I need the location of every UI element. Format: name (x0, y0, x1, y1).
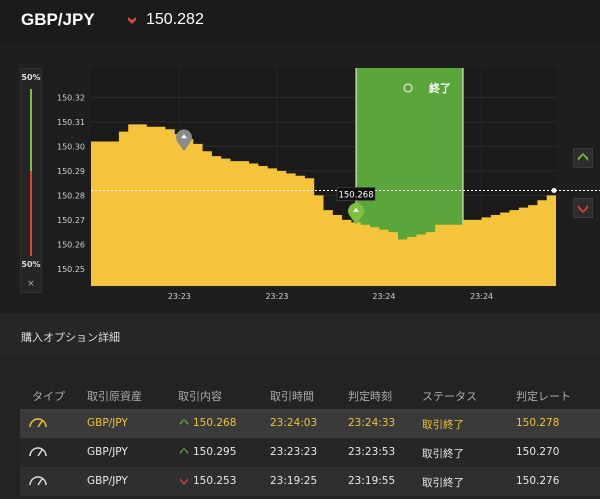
content-cell: 150.253 (193, 475, 237, 487)
time-cell: 23:24:03 (270, 417, 318, 429)
time-cell: 23:23:23 (270, 446, 318, 458)
x-tick-label: 23:24 (372, 292, 395, 301)
y-tick-label: 150.25 (57, 265, 85, 274)
status-cell: 取引終了 (422, 477, 464, 489)
col-asset: 取引原資産 (87, 390, 142, 403)
y-tick-label: 150.31 (57, 118, 85, 127)
asset-cell: GBP/JPY (87, 417, 128, 429)
y-tick-label: 150.26 (57, 240, 85, 249)
rate-cell: 150.270 (516, 446, 560, 458)
table-row[interactable]: GBP/JPY 150.295 23:23:23 23:23:53 取引終了 150.27… (20, 438, 600, 467)
down-arrow-icon (578, 205, 588, 213)
down-arrow-icon (128, 17, 136, 24)
pair-title: GBP/JPY (21, 10, 95, 29)
y-tick-label: 150.27 (57, 216, 85, 225)
col-judge: 判定時刻 (348, 390, 392, 403)
col-content: 取引内容 (178, 390, 222, 403)
y-tick-label: 150.32 (57, 93, 85, 102)
buy-high-button[interactable] (573, 148, 593, 168)
y-tick-label: 150.30 (57, 142, 85, 151)
up-arrow-icon (180, 419, 188, 425)
window-label: 終了 (429, 81, 451, 95)
price-chart: 終了 150.32150.31150.30150.29150.28150.271… (57, 68, 600, 301)
table-header: タイプ 取引原資産 取引内容 取引時間 判定時刻 ステータス 判定レート (20, 380, 600, 409)
rate-cell: 150.276 (516, 475, 560, 487)
section-title: 購入オプション詳細 (21, 331, 120, 344)
y-tick-label: 150.28 (57, 191, 85, 200)
x-tick-label: 23:23 (168, 292, 191, 301)
content-cell: 150.295 (193, 446, 237, 458)
current-price: 150.282 (146, 11, 204, 28)
judge-time-cell: 23:24:33 (348, 417, 396, 429)
judge-time-cell: 23:23:53 (348, 446, 396, 458)
table-row[interactable]: GBP/JPY 150.268 23:24:03 23:24:33 取引終了 150.27… (20, 409, 600, 438)
status-cell: 取引終了 (422, 419, 464, 431)
x-tick-label: 23:23 (265, 292, 288, 301)
buy-low-button[interactable] (573, 198, 593, 218)
judge-time-cell: 23:19:55 (348, 475, 396, 487)
header-bar: GBP/JPY 150.282 (0, 0, 600, 43)
status-cell: 取引終了 (422, 448, 464, 460)
col-time: 取引時間 (270, 390, 314, 403)
gauge-icon (29, 418, 47, 428)
col-type: タイプ (32, 390, 65, 403)
asset-cell: GBP/JPY (87, 475, 128, 487)
up-arrow-icon (578, 153, 588, 161)
x-axis: 23:23 23:23 23:24 23:24 (168, 292, 493, 301)
x-tick-label: 23:24 (470, 292, 493, 301)
current-rate-dot (551, 187, 557, 193)
gauge-icon (29, 476, 47, 486)
y-tick-label: 150.29 (57, 167, 85, 176)
y-axis: 150.32 150.31 150.30 150.29 150.28 150.27 150.… (57, 93, 85, 273)
table-row[interactable]: GBP/JPY 150.253 23:19:25 23:19:55 取引終了 150.27… (20, 467, 600, 496)
down-arrow-icon (180, 478, 188, 485)
col-status: ステータス (422, 390, 477, 403)
entry-label: 150.268 (338, 190, 373, 200)
time-cell: 23:19:25 (270, 475, 318, 487)
content-cell: 150.268 (193, 417, 237, 429)
col-rate: 判定レート (516, 390, 571, 403)
up-arrow-icon (180, 448, 188, 454)
rate-cell: 150.278 (516, 417, 560, 429)
asset-cell: GBP/JPY (87, 446, 128, 458)
gauge-icon (29, 447, 47, 457)
